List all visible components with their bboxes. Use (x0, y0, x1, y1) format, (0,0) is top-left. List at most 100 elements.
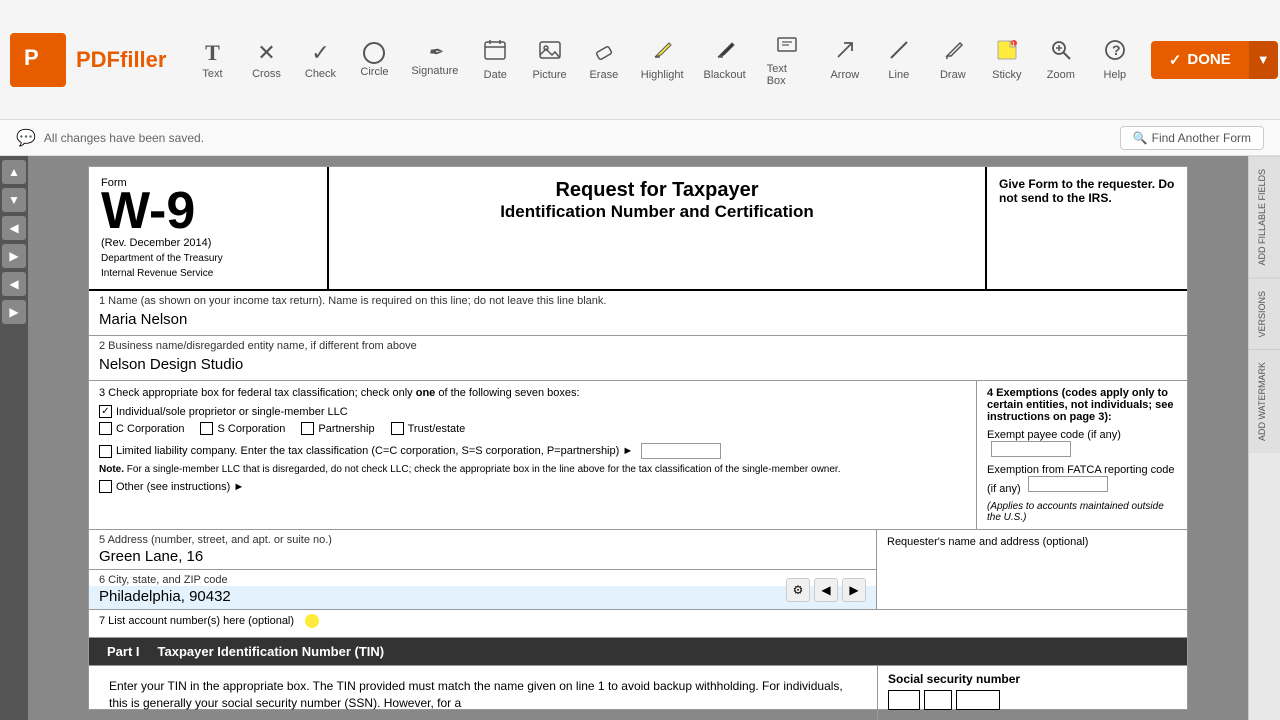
tool-zoom[interactable]: Zoom (1035, 31, 1087, 89)
tool-cross-label: Cross (252, 68, 281, 80)
form-header-center: Request for Taxpayer Identification Numb… (329, 167, 987, 289)
exempt-payee-input[interactable] (991, 441, 1071, 457)
requester-label: Requester's name and address (optional) (887, 536, 1177, 548)
ssn-label: Social security number (888, 672, 1177, 686)
statusbar: 💬 All changes have been saved. 🔍 Find An… (0, 120, 1280, 156)
tool-help[interactable]: ? Help (1089, 31, 1141, 89)
right-tab-versions[interactable]: VERSIONS (1249, 278, 1280, 350)
account-row: 7 List account number(s) here (optional) (89, 610, 1187, 638)
city-row: 6 City, state, and ZIP code Philadelphia… (89, 569, 876, 609)
form-rev-date: (Rev. December 2014) (101, 237, 315, 249)
nav-down[interactable]: ▼ (2, 188, 26, 212)
city-next-btn[interactable]: ▶ (842, 578, 866, 602)
nav-right2[interactable]: ▶ (2, 300, 26, 324)
find-form-label: Find Another Form (1152, 131, 1251, 145)
checkbox-trust[interactable] (391, 422, 404, 435)
tin-text: Enter your TIN in the appropriate box. T… (99, 672, 867, 718)
tool-group: T Text ✕ Cross ✓ Check Circle ✒ Signatur… (186, 25, 1140, 95)
nav-left[interactable]: ◀ (2, 216, 26, 240)
fatca-input[interactable] (1028, 476, 1108, 492)
checkbox-individual[interactable]: ✓ (99, 405, 112, 418)
tool-help-label: Help (1104, 69, 1127, 81)
tool-line[interactable]: Line (873, 31, 925, 89)
nav-left2[interactable]: ◀ (2, 272, 26, 296)
tool-signature-label: Signature (411, 65, 458, 77)
checkbox-scorp[interactable] (200, 422, 213, 435)
tool-check[interactable]: ✓ Check (294, 32, 346, 88)
city-prev-btn[interactable]: ◀ (814, 578, 838, 602)
account-label: 7 List account number(s) here (optional) (99, 615, 294, 627)
checkbox-individual-row: ✓ Individual/sole proprietor or single-m… (99, 405, 966, 418)
circle-tool-icon (363, 42, 385, 64)
ssn-box-1[interactable] (888, 690, 920, 710)
tool-draw-label: Draw (940, 69, 966, 81)
part-header: Part I Taxpayer Identification Number (T… (89, 638, 1187, 665)
svg-text:P: P (24, 45, 39, 70)
exempt-payee-label: Exempt payee code (if any) (987, 429, 1121, 441)
svg-text:?: ? (1112, 42, 1121, 58)
scorp-label: S Corporation (217, 423, 285, 435)
tool-cross[interactable]: ✕ Cross (240, 32, 292, 88)
checkbox-other[interactable] (99, 480, 112, 493)
requester-address: Requester's name and address (optional) (877, 530, 1187, 609)
check-tool-icon: ✓ (311, 40, 329, 66)
note-body: For a single-member LLC that is disregar… (124, 464, 841, 475)
done-button[interactable]: ✓ DONE (1151, 41, 1249, 79)
tool-circle[interactable]: Circle (348, 34, 400, 86)
right-tab-watermark[interactable]: ADD WATERMARK (1249, 349, 1280, 453)
form-dept1: Department of the Treasury (101, 253, 315, 264)
other-row: Other (see instructions) ► (99, 480, 966, 493)
note-text: Note. For a single-member LLC that is di… (99, 463, 966, 476)
city-settings-btn[interactable]: ⚙ (786, 578, 810, 602)
form-main-title: Request for Taxpayer (345, 179, 969, 202)
field-name-label: 1 Name (as shown on your income tax retu… (99, 295, 1177, 307)
doc-area[interactable]: Form W-9 (Rev. December 2014) Department… (28, 156, 1248, 720)
tool-highlight[interactable]: Highlight (632, 31, 693, 89)
checkbox-partnership[interactable] (301, 422, 314, 435)
tool-sticky[interactable]: 1 Sticky (981, 31, 1033, 89)
llc-input[interactable] (641, 443, 721, 459)
tool-signature[interactable]: ✒ Signature (402, 34, 467, 85)
fatca-row: Exemption from FATCA reporting code (if … (987, 464, 1177, 495)
tool-blackout[interactable]: Blackout (695, 31, 755, 89)
main-area: ▲ ▼ ◀ ▶ ◀ ▶ Form W-9 (Rev. December 2014… (0, 156, 1280, 720)
address-value[interactable]: Green Lane, 16 (89, 546, 876, 569)
tool-arrow[interactable]: Arrow (819, 31, 871, 89)
tool-picture-label: Picture (532, 69, 566, 81)
find-form-button[interactable]: 🔍 Find Another Form (1120, 126, 1264, 150)
search-icon: 🔍 (1133, 131, 1148, 145)
tool-picture[interactable]: Picture (523, 31, 576, 89)
nav-up[interactable]: ▲ (2, 160, 26, 184)
address-left: 5 Address (number, street, and apt. or s… (89, 530, 877, 609)
done-dropdown-button[interactable]: ▼ (1249, 41, 1278, 79)
tool-date[interactable]: Date (469, 31, 521, 89)
ssn-box-2[interactable] (924, 690, 952, 710)
ssn-box-3[interactable] (956, 690, 1000, 710)
tool-textbox[interactable]: Text Box (757, 25, 817, 95)
ccorp-label: C Corporation (116, 423, 184, 435)
tool-erase-label: Erase (589, 69, 618, 81)
tool-draw[interactable]: Draw (927, 31, 979, 89)
field-business-value[interactable]: Nelson Design Studio (99, 354, 1177, 376)
tax-class-right: 4 Exemptions (codes apply only to certai… (977, 381, 1187, 529)
sticky-tool-icon: 1 (996, 39, 1018, 67)
tax-class-title: 3 Check appropriate box for federal tax … (99, 387, 966, 399)
tool-erase[interactable]: Erase (578, 31, 630, 89)
right-tab-fillable[interactable]: ADD FILLABLE FIELDS (1249, 156, 1280, 278)
city-value[interactable]: Philadelphia, 90432 (89, 586, 876, 609)
note-label: Note. (99, 464, 124, 475)
account-indicator (305, 614, 319, 628)
trust-label: Trust/estate (408, 423, 466, 435)
nav-right[interactable]: ▶ (2, 244, 26, 268)
ssn-boxes (888, 690, 1177, 710)
city-controls: ⚙ ◀ ▶ (786, 578, 866, 602)
field-name-value[interactable]: Maria Nelson (99, 309, 1177, 331)
checkbox-options-row: C Corporation S Corporation Partnership (99, 422, 966, 439)
checkbox-llc[interactable] (99, 445, 112, 458)
checkbox-ccorp[interactable] (99, 422, 112, 435)
tool-line-label: Line (888, 69, 909, 81)
tax-class-section: 3 Check appropriate box for federal tax … (89, 381, 1187, 530)
address-section: 5 Address (number, street, and apt. or s… (89, 530, 1187, 610)
w9-form: Form W-9 (Rev. December 2014) Department… (88, 166, 1188, 710)
tool-text[interactable]: T Text (186, 32, 238, 88)
